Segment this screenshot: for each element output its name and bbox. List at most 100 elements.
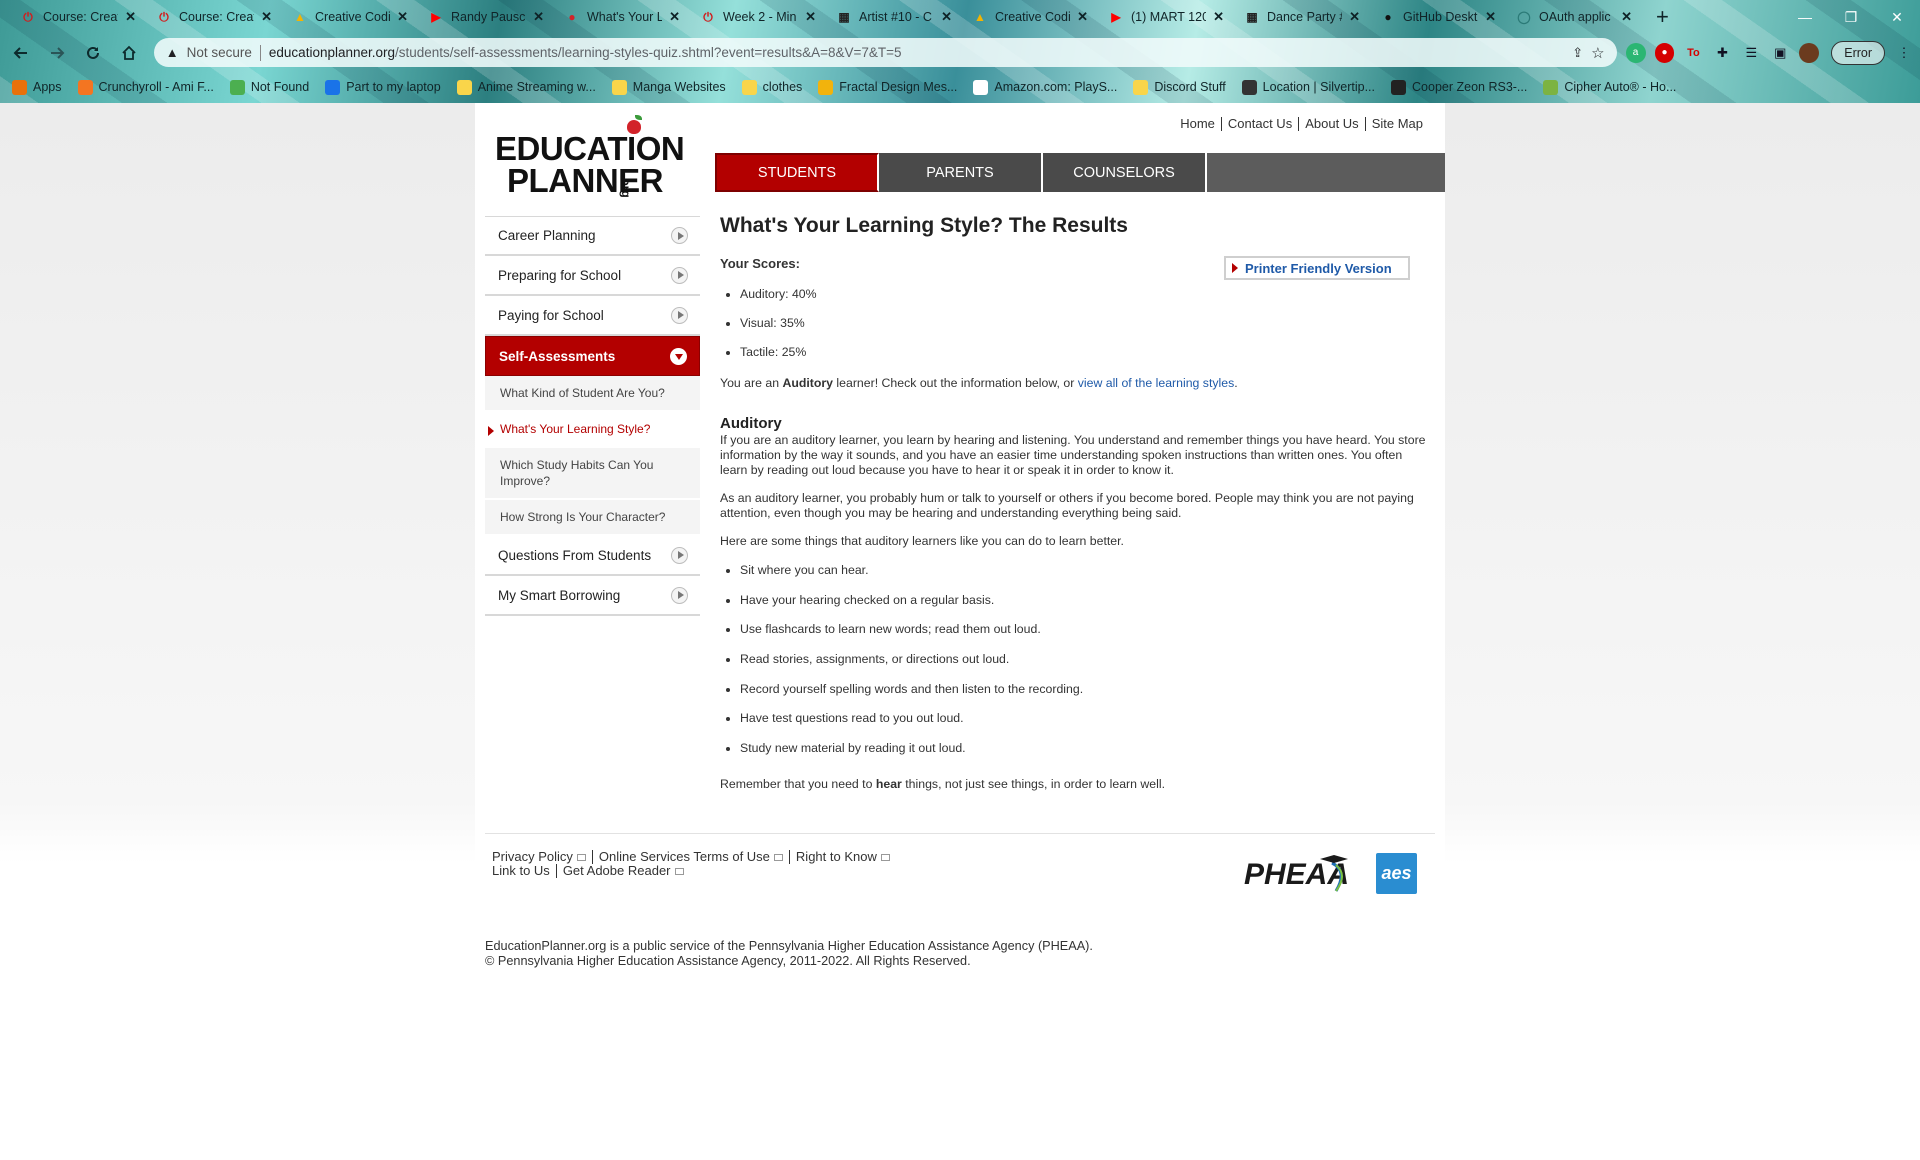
minimize-button[interactable]: — bbox=[1782, 0, 1828, 34]
bookmark-item[interactable]: Cipher Auto® - Ho... bbox=[1543, 79, 1676, 95]
page-viewport: EDUCATION PLANNER .org Home Contact Us A… bbox=[0, 103, 1920, 1160]
browser-tab[interactable]: ⏻ Course: Creat ✕ bbox=[146, 0, 282, 34]
tab-counselors[interactable]: COUNSELORS bbox=[1043, 153, 1207, 192]
footer-link-right-to-know[interactable]: Right to Know bbox=[788, 850, 896, 864]
restore-button[interactable]: ❐ bbox=[1828, 0, 1874, 34]
bookmark-item[interactable]: Manga Websites bbox=[611, 79, 726, 95]
bookmark-item[interactable]: Amazon.com: PlayS... bbox=[973, 79, 1117, 95]
reading-list-icon[interactable]: ☰ bbox=[1741, 43, 1761, 63]
util-link-contact[interactable]: Contact Us bbox=[1220, 117, 1298, 131]
google-drive-icon: ▲ bbox=[974, 10, 986, 24]
util-link-about[interactable]: About Us bbox=[1298, 117, 1364, 131]
close-tab-icon[interactable]: ✕ bbox=[1485, 9, 1496, 25]
browser-tab[interactable]: ▦ Artist #10 - C ✕ bbox=[826, 0, 962, 34]
footer-link-terms[interactable]: Online Services Terms of Use bbox=[591, 850, 789, 864]
extension-badge-icon[interactable]: a bbox=[1625, 42, 1646, 63]
home-button[interactable] bbox=[114, 38, 144, 68]
sidebar-item-smart-borrowing[interactable]: My Smart Borrowing bbox=[485, 576, 700, 616]
footer-link-link-to-us[interactable]: Link to Us bbox=[492, 864, 556, 878]
browser-tab[interactable]: ▲ Creative Codi ✕ bbox=[282, 0, 418, 34]
side-panel-icon[interactable]: ▣ bbox=[1770, 43, 1790, 63]
address-bar[interactable]: ▲ Not secure educationplanner.org/studen… bbox=[153, 38, 1617, 67]
footer-link-privacy[interactable]: Privacy Policy bbox=[492, 850, 592, 864]
close-tab-icon[interactable]: ✕ bbox=[805, 9, 816, 25]
power-icon: ⏻ bbox=[23, 9, 33, 24]
score-visual: Visual: 35% bbox=[740, 316, 1430, 345]
google-drive-icon: ▲ bbox=[294, 10, 306, 24]
reload-button[interactable] bbox=[78, 38, 108, 68]
browser-tab[interactable]: ▶ (1) MART 120 ✕ bbox=[1098, 0, 1234, 34]
view-all-styles-link[interactable]: view all of the learning styles bbox=[1078, 376, 1235, 390]
close-tab-icon[interactable]: ✕ bbox=[1213, 9, 1224, 25]
close-tab-icon[interactable]: ✕ bbox=[941, 9, 952, 25]
browser-tab[interactable]: ⏻ Week 2 - Min ✕ bbox=[690, 0, 826, 34]
bookmark-item[interactable]: Location | Silvertip... bbox=[1241, 79, 1375, 95]
browser-tab[interactable]: ▲ Creative Codi ✕ bbox=[962, 0, 1098, 34]
util-link-home[interactable]: Home bbox=[1174, 117, 1221, 131]
kebab-menu-icon[interactable]: ⋮ bbox=[1894, 43, 1914, 63]
back-button[interactable] bbox=[6, 38, 36, 68]
education-planner-logo[interactable]: EDUCATION PLANNER .org bbox=[495, 115, 685, 199]
aes-logo[interactable]: aes bbox=[1376, 853, 1417, 894]
bookmark-label: Manga Websites bbox=[632, 80, 726, 94]
bookmark-item[interactable]: Part to my laptop bbox=[325, 79, 441, 95]
not-secure-label: Not secure bbox=[186, 45, 252, 60]
sidebar-subitem-character[interactable]: How Strong Is Your Character? bbox=[485, 500, 700, 536]
bookmark-item[interactable]: Not Found bbox=[229, 79, 310, 95]
puzzle-extensions-icon[interactable]: ✚ bbox=[1712, 43, 1732, 63]
tab-parents[interactable]: PARENTS bbox=[879, 153, 1043, 192]
browser-tab[interactable]: ▦ Dance Party # ✕ bbox=[1234, 0, 1370, 34]
close-tab-icon[interactable]: ✕ bbox=[1349, 9, 1360, 25]
bookmark-item[interactable]: clothes bbox=[741, 79, 802, 95]
bookmark-star-icon[interactable]: ☆ bbox=[1591, 44, 1604, 62]
bookmark-item[interactable]: Cooper Zeon RS3-... bbox=[1391, 79, 1527, 95]
close-tab-icon[interactable]: ✕ bbox=[397, 9, 408, 25]
sidebar-item-self-assessments[interactable]: Self-Assessments bbox=[485, 336, 700, 376]
sidebar-item-paying[interactable]: Paying for School bbox=[485, 296, 700, 336]
bookmark-item[interactable]: Fractal Design Mes... bbox=[818, 79, 957, 95]
close-tab-icon[interactable]: ✕ bbox=[533, 9, 544, 25]
tab-title: Course: Creat bbox=[43, 10, 119, 24]
browser-tab[interactable]: ▶ Randy Pausch ✕ bbox=[418, 0, 554, 34]
share-icon[interactable]: ⇪ bbox=[1572, 45, 1583, 61]
triangle-right-icon bbox=[1232, 263, 1238, 273]
browser-tab[interactable]: ● What's Your L ✕ bbox=[554, 0, 690, 34]
new-tab-button[interactable]: + bbox=[1656, 4, 1669, 30]
external-link-icon bbox=[576, 853, 586, 861]
bookmark-label: Discord Stuff bbox=[1154, 80, 1226, 94]
bookmark-item[interactable]: Anime Streaming w... bbox=[456, 79, 596, 95]
tip-item: Record yourself spelling words and then … bbox=[740, 682, 1430, 712]
close-tab-icon[interactable]: ✕ bbox=[125, 9, 136, 25]
tab-students[interactable]: STUDENTS bbox=[715, 153, 879, 192]
extension-red-icon[interactable]: ● bbox=[1654, 42, 1675, 63]
sidebar-subitem-learning-style[interactable]: What's Your Learning Style? bbox=[485, 412, 700, 448]
browser-chrome: ⏻ Course: Creat ✕ ⏻ Course: Creat ✕ ▲ Creative … bbox=[0, 0, 1920, 103]
bookmark-item[interactable]: Discord Stuff bbox=[1133, 79, 1226, 95]
close-tab-icon[interactable]: ✕ bbox=[669, 9, 680, 25]
close-tab-icon[interactable]: ✕ bbox=[261, 9, 272, 25]
bookmark-label: Not Found bbox=[250, 80, 310, 94]
browser-tab[interactable]: ⏻ Course: Creat ✕ bbox=[10, 0, 146, 34]
extension-to-icon[interactable]: To bbox=[1683, 43, 1703, 63]
pheaa-logo[interactable]: PHEAA bbox=[1242, 853, 1354, 895]
close-tab-icon[interactable]: ✕ bbox=[1621, 9, 1632, 25]
sidebar-subitem-student-type[interactable]: What Kind of Student Are You? bbox=[485, 376, 700, 412]
error-button[interactable]: Error bbox=[1831, 40, 1886, 65]
sidebar-item-preparing[interactable]: Preparing for School bbox=[485, 256, 700, 296]
forward-button[interactable] bbox=[42, 38, 72, 68]
printer-friendly-button[interactable]: Printer Friendly Version bbox=[1224, 256, 1410, 280]
close-window-button[interactable]: ✕ bbox=[1874, 0, 1920, 34]
profile-avatar-icon[interactable] bbox=[1799, 42, 1820, 63]
main-content: What's Your Learning Style? The Results … bbox=[720, 213, 1430, 792]
util-link-sitemap[interactable]: Site Map bbox=[1364, 117, 1429, 131]
browser-tab[interactable]: ● GitHub Deskt ✕ bbox=[1370, 0, 1506, 34]
sidebar-subitem-study-habits[interactable]: Which Study Habits Can You Improve? bbox=[485, 448, 700, 500]
result-mid: learner! Check out the information below… bbox=[833, 376, 1078, 390]
bookmark-item[interactable]: Apps bbox=[12, 79, 62, 95]
sidebar-item-career-planning[interactable]: Career Planning bbox=[485, 216, 700, 256]
footer-link-adobe-reader[interactable]: Get Adobe Reader bbox=[555, 864, 690, 878]
bookmark-item[interactable]: Crunchyroll - Ami F... bbox=[77, 79, 214, 95]
sidebar-item-questions[interactable]: Questions From Students bbox=[485, 536, 700, 576]
close-tab-icon[interactable]: ✕ bbox=[1077, 9, 1088, 25]
browser-tab[interactable]: ◯ OAuth applic ✕ bbox=[1506, 0, 1642, 34]
